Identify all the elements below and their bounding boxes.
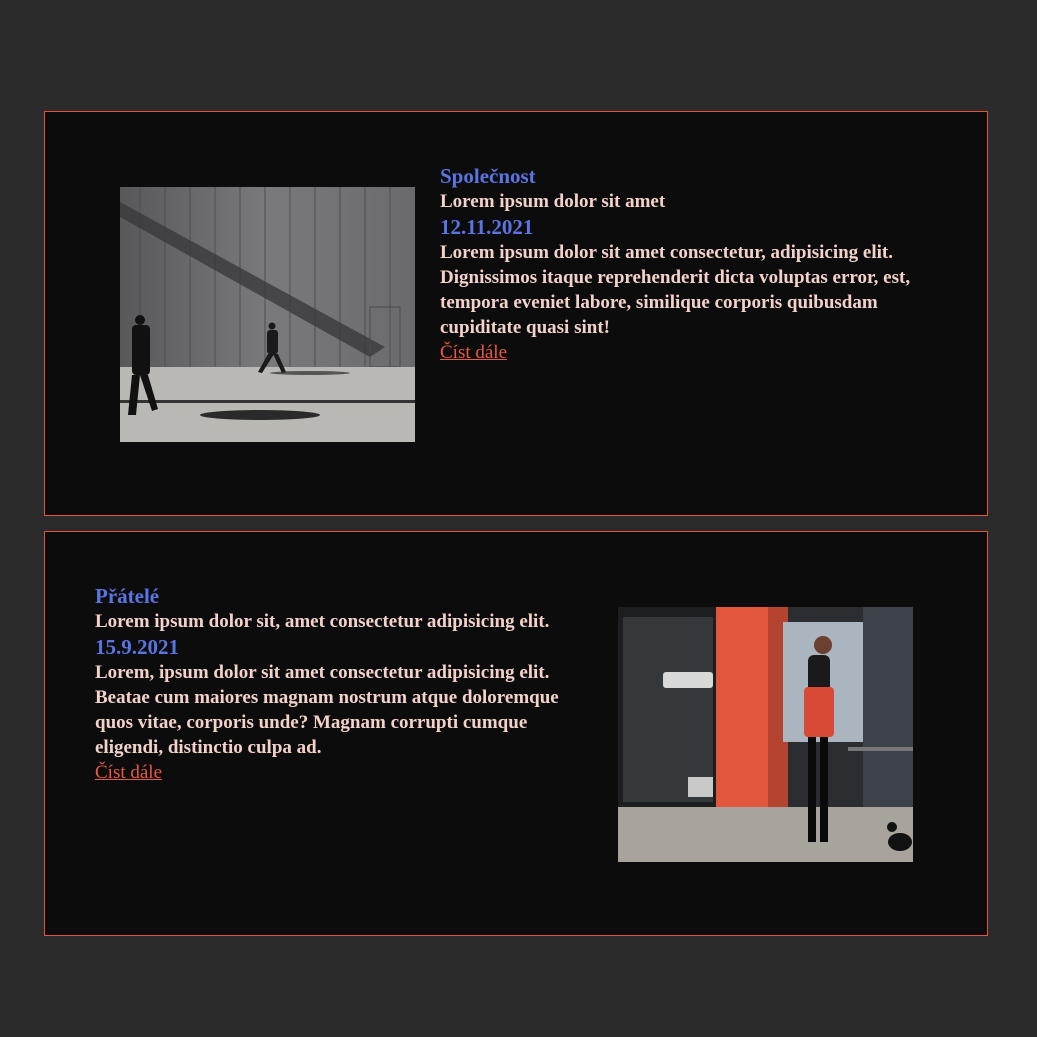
article-title: Lorem ipsum dolor sit amet	[440, 191, 666, 212]
article-photo[interactable]	[120, 187, 415, 442]
read-more-link[interactable]: Číst dále	[95, 760, 162, 785]
article-card: Společnost Lorem ipsum dolor sit amet 12…	[44, 111, 988, 516]
article-date: 12.11.2021	[440, 215, 534, 239]
article-excerpt: Lorem ipsum dolor sit amet consectetur, …	[440, 242, 911, 338]
article-excerpt: Lorem, ipsum dolor sit amet consectetur …	[95, 662, 559, 758]
article-category: Přátelé	[95, 584, 160, 608]
article-category: Společnost	[440, 164, 536, 188]
article-title: Lorem ipsum dolor sit, amet consectetur …	[95, 611, 550, 632]
article-content: Společnost Lorem ipsum dolor sit amet 12…	[440, 163, 930, 365]
article-date: 15.9.2021	[95, 635, 179, 659]
article-card: Přátelé Lorem ipsum dolor sit, amet cons…	[44, 531, 988, 936]
article-content: Přátelé Lorem ipsum dolor sit, amet cons…	[95, 583, 575, 785]
article-photo[interactable]	[618, 607, 913, 862]
read-more-link[interactable]: Číst dále	[440, 340, 507, 365]
